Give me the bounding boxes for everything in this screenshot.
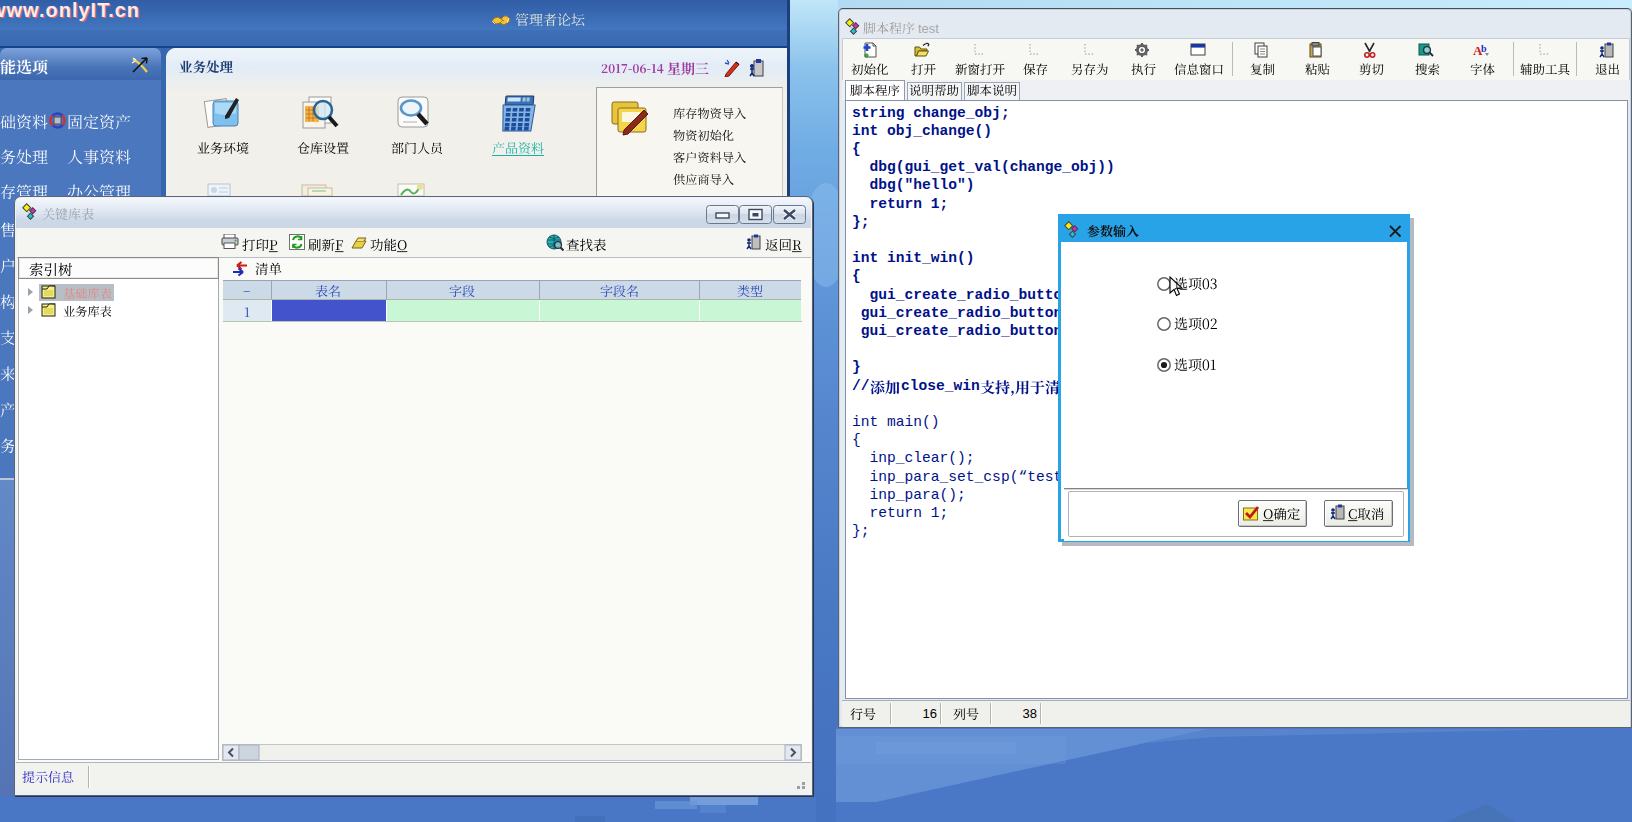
svg-text:b: b — [1481, 43, 1487, 54]
